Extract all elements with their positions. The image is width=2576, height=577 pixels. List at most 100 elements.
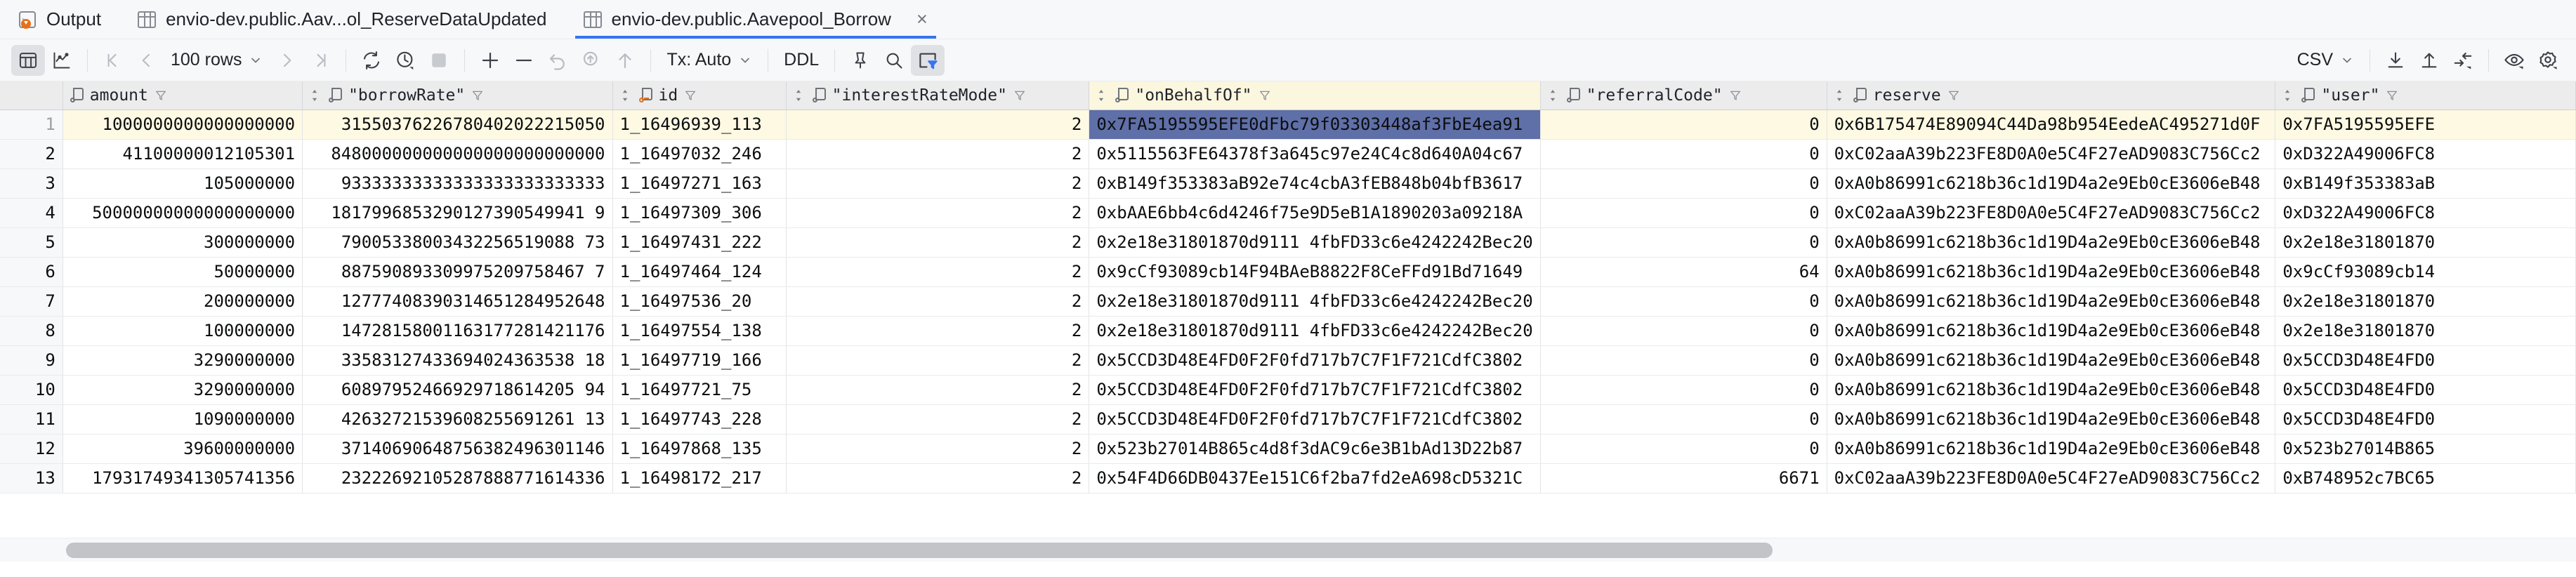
table-cell[interactable]: 0 <box>1540 345 1827 376</box>
table-cell[interactable]: 0x5CCD3D48E4FD0 <box>2275 345 2576 376</box>
table-cell[interactable]: 50000000000000000000 <box>63 198 303 228</box>
sort-handle[interactable] <box>2282 88 2292 103</box>
table-cell[interactable]: 60897952466929718614205 94 <box>302 375 613 405</box>
table-cell[interactable]: 0x7FA5195595EFE <box>2275 110 2576 140</box>
table-cell[interactable]: 0xA0b86991c6218b36c1d19D4a2e9Eb0cE3606eB… <box>1827 227 2276 258</box>
table-cell[interactable]: 14728158001163177281421176 <box>302 316 613 346</box>
column-header-5[interactable]: "referralCode" <box>1540 81 1827 110</box>
table-cell[interactable]: 887590893309975209758467 7 <box>302 257 613 287</box>
table-cell[interactable]: 42632721539608255691261 13 <box>302 404 613 435</box>
column-header-4[interactable]: "onBehalfOf" <box>1089 81 1541 110</box>
table-cell[interactable]: 0x2e18e31801870d9111 4fbFD33c6e4242242Be… <box>1089 227 1541 258</box>
table-cell[interactable]: 0 <box>1540 110 1827 140</box>
table-cell[interactable]: 0x2e18e31801870d9111 4fbFD33c6e4242242Be… <box>1089 316 1541 346</box>
row-number[interactable]: 4 <box>0 198 63 228</box>
row-number[interactable]: 6 <box>0 257 63 287</box>
row-number[interactable]: 12 <box>0 434 63 464</box>
horizontal-scrollbar[interactable] <box>0 538 2576 562</box>
delete-row-button[interactable] <box>507 45 541 76</box>
stop-button[interactable] <box>422 45 456 76</box>
table-cell[interactable]: 64 <box>1540 257 1827 287</box>
table-cell[interactable]: 1_16496939_113 <box>612 110 787 140</box>
table-cell[interactable]: 0x5115563FE64378f3a645c97e24C4c8d640A04c… <box>1089 139 1541 169</box>
table-row[interactable]: 11 1090000000 42632721539608255691261 13 1_… <box>0 404 2576 435</box>
table-cell[interactable]: 2 <box>786 375 1090 405</box>
row-number[interactable]: 3 <box>0 168 63 199</box>
revert-button[interactable] <box>541 45 574 76</box>
table-row[interactable]: 9 3290000000 33583127433694024363538 18 1_1… <box>0 345 2576 376</box>
table-cell[interactable]: 2 <box>786 463 1090 493</box>
close-icon[interactable]: × <box>916 10 928 29</box>
next-page-button[interactable] <box>270 45 303 76</box>
table-cell[interactable]: 0x5CCD3D48E4FD0F2F0fd717b7C7F1F721CdfC38… <box>1089 375 1541 405</box>
table-cell[interactable]: 1_16497271_163 <box>612 168 787 199</box>
funnel-icon[interactable] <box>684 89 697 102</box>
table-cell[interactable]: 17931749341305741356 <box>63 463 303 493</box>
row-number[interactable]: 8 <box>0 316 63 346</box>
table-row[interactable]: 8 100000000 14728158001163177281421176 1_16… <box>0 316 2576 346</box>
sort-arrows-icon[interactable] <box>1834 88 1844 103</box>
table-cell[interactable]: 0 <box>1540 227 1827 258</box>
table-cell[interactable]: 1_16497464_124 <box>612 257 787 287</box>
table-cell[interactable]: 0 <box>1540 404 1827 435</box>
table-cell[interactable]: 0x523b27014B865 <box>2275 434 2576 464</box>
table-cell[interactable]: 3290000000 <box>63 345 303 376</box>
table-cell[interactable]: 0x5CCD3D48E4FD0F2F0fd717b7C7F1F721CdfC38… <box>1089 345 1541 376</box>
refresh-button[interactable] <box>355 45 388 76</box>
table-cell[interactable]: 23222692105287888771614336 <box>302 463 613 493</box>
scrollbar-thumb[interactable] <box>66 543 1773 558</box>
row-number[interactable]: 11 <box>0 404 63 435</box>
table-cell[interactable]: 2 <box>786 257 1090 287</box>
sort-handle[interactable] <box>1096 88 1106 103</box>
grid-view-button[interactable] <box>11 44 45 76</box>
row-number[interactable]: 1 <box>0 110 63 140</box>
table-cell[interactable]: 6671 <box>1540 463 1827 493</box>
table-cell[interactable]: 2 <box>786 404 1090 435</box>
tab-reserve-data-updated[interactable]: envio-dev.public.Aav...ol_ReserveDataUpd… <box>119 0 565 39</box>
table-cell[interactable]: 0x5CCD3D48E4FD0F2F0fd717b7C7F1F721CdfC38… <box>1089 404 1541 435</box>
table-cell[interactable]: 300000000 <box>63 227 303 258</box>
table-cell[interactable]: 0xA0b86991c6218b36c1d19D4a2e9Eb0cE3606eB… <box>1827 404 2276 435</box>
table-cell[interactable]: 0xA0b86991c6218b36c1d19D4a2e9Eb0cE3606eB… <box>1827 345 2276 376</box>
table-cell[interactable]: 0 <box>1540 168 1827 199</box>
upload-button[interactable] <box>2412 45 2446 76</box>
table-cell[interactable]: 0x2e18e31801870 <box>2275 316 2576 346</box>
last-page-button[interactable] <box>303 45 337 76</box>
table-cell[interactable]: 31550376226780402022215050 <box>302 110 613 140</box>
table-cell[interactable]: 1090000000 <box>63 404 303 435</box>
export-to-button[interactable] <box>2446 45 2480 76</box>
search-button[interactable] <box>877 45 911 76</box>
row-number[interactable]: 7 <box>0 286 63 317</box>
table-cell[interactable]: 1_16497868_135 <box>612 434 787 464</box>
table-cell[interactable]: 1_16497719_166 <box>612 345 787 376</box>
column-header-0[interactable]: amount <box>63 81 303 110</box>
column-header-2[interactable]: id <box>612 81 787 110</box>
column-header-3[interactable]: "interestRateMode" <box>786 81 1090 110</box>
funnel-icon[interactable] <box>1259 89 1271 102</box>
table-row[interactable]: 4 50000000000000000000 1817996853290127390… <box>0 198 2576 228</box>
table-cell[interactable]: 0xA0b86991c6218b36c1d19D4a2e9Eb0cE3606eB… <box>1827 286 2276 317</box>
table-cell[interactable]: 41100000012105301 <box>63 139 303 169</box>
ddl-button[interactable]: DDL <box>777 50 826 70</box>
table-cell[interactable]: 0xA0b86991c6218b36c1d19D4a2e9Eb0cE3606eB… <box>1827 168 2276 199</box>
table-row[interactable]: 13 17931749341305741356 232226921052878887… <box>0 463 2576 493</box>
table-cell[interactable]: 0x7FA5195595EFE0dFbc79f03303448af3FbE4ea… <box>1089 110 1541 140</box>
sort-arrows-icon[interactable] <box>620 88 630 103</box>
table-cell[interactable]: 2 <box>786 434 1090 464</box>
table-row[interactable]: 1 1000000000000000000 31550376226780402022… <box>0 110 2576 140</box>
table-cell[interactable]: 0xA0b86991c6218b36c1d19D4a2e9Eb0cE3606eB… <box>1827 375 2276 405</box>
table-cell[interactable]: 0 <box>1540 198 1827 228</box>
row-number[interactable]: 10 <box>0 375 63 405</box>
sort-handle[interactable] <box>310 88 320 103</box>
sort-handle[interactable] <box>620 88 630 103</box>
table-cell[interactable]: 50000000 <box>63 257 303 287</box>
table-cell[interactable]: 0xD322A49006FC8 <box>2275 139 2576 169</box>
load-value-button[interactable] <box>574 45 608 76</box>
table-cell[interactable]: 2 <box>786 139 1090 169</box>
row-number[interactable]: 9 <box>0 345 63 376</box>
table-cell[interactable]: 1_16498172_217 <box>612 463 787 493</box>
sort-handle[interactable] <box>794 88 803 103</box>
table-cell[interactable]: 848000000000000000000000000 <box>302 139 613 169</box>
column-header-6[interactable]: reserve <box>1827 81 2276 110</box>
funnel-icon[interactable] <box>1729 89 1742 102</box>
